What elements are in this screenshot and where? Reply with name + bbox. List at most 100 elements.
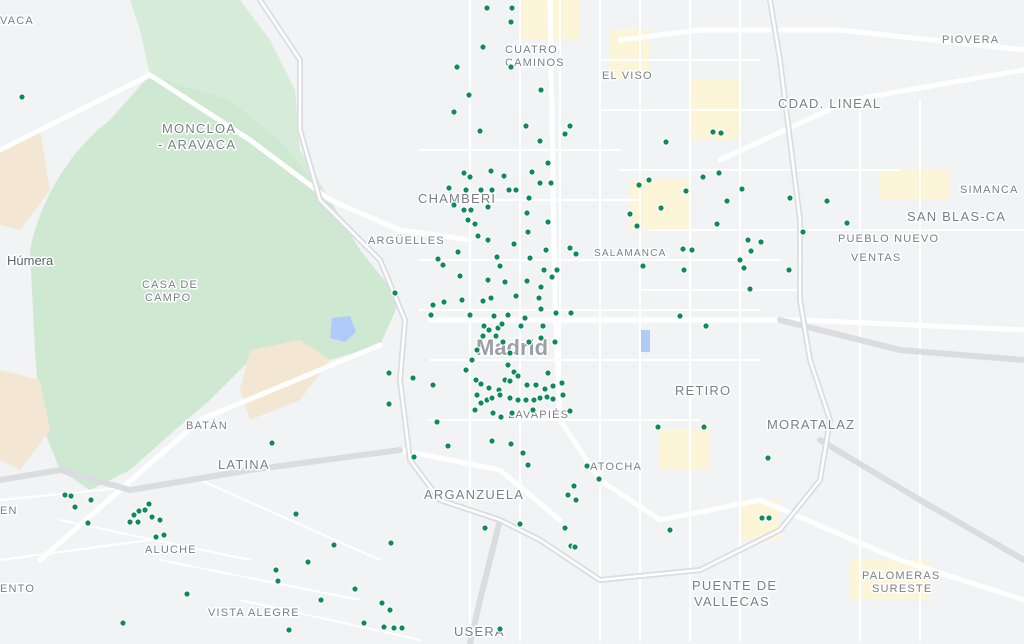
location-marker[interactable] xyxy=(549,382,557,390)
map-canvas[interactable]: VACA CUATRO CAMINOS EL VISO PIOVERA CDAD… xyxy=(0,0,1024,644)
location-marker[interactable] xyxy=(493,253,501,261)
location-marker[interactable] xyxy=(523,277,531,285)
location-marker[interactable] xyxy=(304,558,312,566)
location-marker[interactable] xyxy=(504,361,512,369)
location-marker[interactable] xyxy=(504,311,512,319)
location-marker[interactable] xyxy=(517,322,525,330)
location-marker[interactable] xyxy=(130,511,138,519)
location-marker[interactable] xyxy=(61,491,69,499)
location-marker[interactable] xyxy=(439,261,447,269)
location-marker[interactable] xyxy=(505,186,513,194)
location-marker[interactable] xyxy=(571,543,579,551)
location-marker[interactable] xyxy=(183,590,191,598)
location-marker[interactable] xyxy=(544,218,552,226)
location-marker[interactable] xyxy=(521,314,529,322)
location-marker[interactable] xyxy=(330,541,338,549)
location-marker[interactable] xyxy=(561,524,569,532)
location-marker[interactable] xyxy=(484,276,492,284)
location-marker[interactable] xyxy=(391,289,399,297)
location-marker[interactable] xyxy=(572,250,580,258)
location-marker[interactable] xyxy=(498,320,506,328)
location-marker[interactable] xyxy=(479,43,487,51)
location-marker[interactable] xyxy=(654,423,662,431)
location-marker[interactable] xyxy=(477,380,485,388)
location-marker[interactable] xyxy=(525,338,533,346)
location-marker[interactable] xyxy=(626,210,634,218)
location-marker[interactable] xyxy=(633,222,641,230)
location-marker[interactable] xyxy=(553,266,561,274)
location-marker[interactable] xyxy=(468,356,476,364)
location-marker[interactable] xyxy=(385,400,393,408)
location-marker[interactable] xyxy=(500,172,508,180)
location-marker[interactable] xyxy=(440,298,448,306)
location-marker[interactable] xyxy=(542,246,550,254)
location-marker[interactable] xyxy=(488,437,496,445)
location-marker[interactable] xyxy=(547,179,555,187)
location-marker[interactable] xyxy=(662,138,670,146)
location-marker[interactable] xyxy=(380,623,388,631)
location-marker[interactable] xyxy=(713,220,721,228)
location-marker[interactable] xyxy=(156,516,164,524)
location-marker[interactable] xyxy=(134,518,142,526)
location-marker[interactable] xyxy=(744,236,752,244)
location-marker[interactable] xyxy=(529,406,537,414)
location-marker[interactable] xyxy=(360,619,368,627)
location-marker[interactable] xyxy=(564,491,572,499)
location-marker[interactable] xyxy=(462,186,470,194)
location-marker[interactable] xyxy=(765,514,773,522)
location-marker[interactable] xyxy=(466,311,474,319)
location-marker[interactable] xyxy=(481,524,489,532)
location-marker[interactable] xyxy=(525,194,533,202)
location-marker[interactable] xyxy=(317,596,325,604)
location-marker[interactable] xyxy=(454,248,462,256)
location-marker[interactable] xyxy=(351,585,359,593)
location-marker[interactable] xyxy=(524,461,532,469)
location-marker[interactable] xyxy=(473,391,481,399)
location-marker[interactable] xyxy=(526,254,534,262)
location-marker[interactable] xyxy=(476,127,484,135)
location-marker[interactable] xyxy=(552,309,560,317)
location-marker[interactable] xyxy=(473,346,481,354)
location-marker[interactable] xyxy=(536,137,544,145)
location-marker[interactable] xyxy=(583,462,591,470)
location-marker[interactable] xyxy=(702,322,710,330)
location-marker[interactable] xyxy=(87,496,95,504)
location-marker[interactable] xyxy=(474,232,482,240)
location-marker[interactable] xyxy=(537,283,545,291)
location-marker[interactable] xyxy=(458,296,466,304)
location-marker[interactable] xyxy=(522,122,530,130)
location-marker[interactable] xyxy=(537,305,545,313)
location-marker[interactable] xyxy=(429,381,437,389)
location-marker[interactable] xyxy=(757,238,765,246)
location-marker[interactable] xyxy=(510,240,518,248)
location-marker[interactable] xyxy=(635,181,643,189)
location-marker[interactable] xyxy=(740,264,748,272)
location-marker[interactable] xyxy=(71,503,79,511)
location-marker[interactable] xyxy=(484,236,492,244)
location-marker[interactable] xyxy=(427,311,435,319)
location-marker[interactable] xyxy=(512,186,520,194)
location-marker[interactable] xyxy=(274,577,282,585)
location-marker[interactable] xyxy=(501,278,509,286)
location-marker[interactable] xyxy=(544,369,552,377)
location-marker[interactable] xyxy=(496,262,504,270)
location-marker[interactable] xyxy=(567,309,575,317)
location-marker[interactable] xyxy=(764,454,772,462)
location-marker[interactable] xyxy=(541,385,549,393)
location-marker[interactable] xyxy=(465,91,473,99)
location-marker[interactable] xyxy=(700,423,708,431)
location-marker[interactable] xyxy=(485,326,493,334)
location-marker[interactable] xyxy=(507,18,515,26)
location-marker[interactable] xyxy=(843,219,851,227)
location-marker[interactable] xyxy=(570,482,578,490)
location-marker[interactable] xyxy=(450,108,458,116)
location-marker[interactable] xyxy=(758,514,766,522)
location-marker[interactable] xyxy=(682,187,690,195)
location-marker[interactable] xyxy=(387,539,395,547)
location-marker[interactable] xyxy=(715,169,723,177)
location-marker[interactable] xyxy=(477,186,485,194)
location-marker[interactable] xyxy=(746,285,754,293)
location-marker[interactable] xyxy=(466,173,474,181)
location-marker[interactable] xyxy=(268,439,276,447)
location-marker[interactable] xyxy=(84,519,92,527)
